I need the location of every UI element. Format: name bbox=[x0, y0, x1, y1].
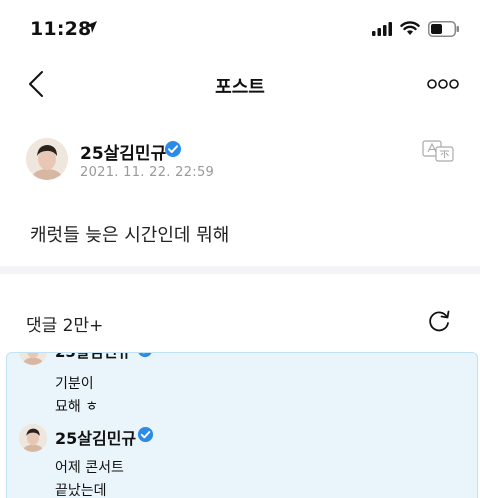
post-author-name[interactable]: 25살김민규 bbox=[80, 139, 166, 164]
author-avatar[interactable] bbox=[26, 138, 68, 180]
page-title: 포스트 bbox=[215, 77, 265, 98]
translate-icon[interactable] bbox=[422, 140, 454, 162]
comment-text-line: 끝났는데 bbox=[55, 483, 107, 498]
comment-count: 댓글 2만+ bbox=[26, 316, 104, 336]
verified-badge-icon bbox=[165, 141, 181, 157]
comment-text-line: 묘해 ㅎ bbox=[55, 399, 99, 415]
comment-avatar[interactable] bbox=[19, 353, 47, 365]
comment-author-name[interactable]: 25살김민규 bbox=[55, 425, 136, 449]
comments-panel: 25살김민규 기분이 묘해 ㅎ 25살김민규 어제 콘서트 끝났는데 bbox=[6, 352, 478, 498]
status-time: 11:28 bbox=[30, 18, 92, 40]
battery-icon bbox=[428, 21, 459, 37]
section-divider bbox=[0, 266, 480, 274]
comment-author-name[interactable]: 25살김민규 bbox=[55, 353, 131, 362]
avatar-portrait-image bbox=[19, 424, 47, 452]
avatar-portrait-image bbox=[19, 353, 47, 365]
comment-text-line: 어제 콘서트 bbox=[55, 460, 124, 476]
cellular-signal-icon bbox=[372, 22, 392, 36]
comment-text-line: 기분이 bbox=[55, 376, 94, 392]
location-arrow-icon bbox=[85, 21, 97, 33]
wifi-icon bbox=[400, 21, 420, 35]
avatar-portrait-image bbox=[26, 138, 68, 180]
post-body-text: 캐럿들 늦은 시간인데 뭐해 bbox=[30, 225, 230, 246]
verified-badge-icon bbox=[137, 426, 154, 443]
more-options-icon[interactable] bbox=[427, 78, 459, 90]
post-timestamp: 2021. 11. 22. 22:59 bbox=[80, 165, 215, 180]
verified-badge-icon bbox=[138, 353, 152, 358]
refresh-icon[interactable] bbox=[426, 308, 452, 334]
comment-avatar[interactable] bbox=[19, 424, 47, 452]
